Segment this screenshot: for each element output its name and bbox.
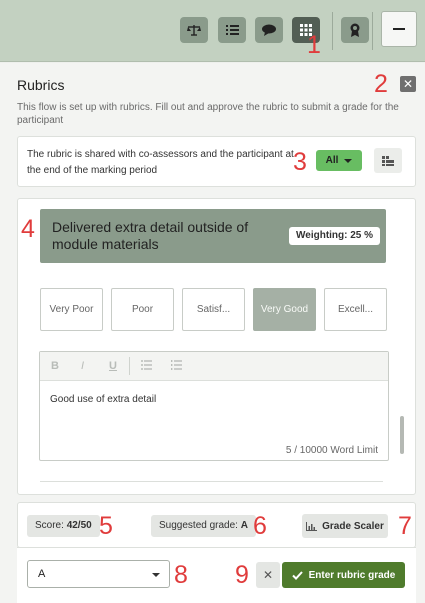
level-excellent[interactable]: Excell...	[324, 288, 387, 331]
bold-button[interactable]: B	[51, 360, 59, 372]
numbered-list-icon	[171, 360, 182, 370]
annotation-number: 4	[21, 215, 35, 243]
layout-icon	[382, 155, 394, 166]
level-satisfactory[interactable]: Satisf...	[182, 288, 245, 331]
minimize-icon	[393, 28, 405, 30]
visibility-filter-dropdown[interactable]: All	[316, 150, 362, 171]
check-icon	[291, 570, 303, 580]
list-button[interactable]	[218, 17, 246, 43]
numbered-list-button[interactable]	[171, 360, 182, 373]
close-icon: ✕	[402, 77, 414, 91]
toolbar-divider	[332, 12, 333, 50]
scale-button[interactable]	[180, 17, 208, 43]
filter-label: All	[325, 155, 339, 166]
toolbar-divider	[129, 357, 130, 375]
award-icon	[350, 23, 360, 37]
chat-button[interactable]	[255, 17, 283, 43]
annotation-number: 6	[253, 512, 267, 540]
annotation-number: 2	[374, 70, 388, 98]
page-title: Rubrics	[17, 77, 65, 93]
bullet-list-icon	[141, 360, 152, 370]
sharing-text: The rubric is shared with co-assessors a…	[27, 149, 294, 176]
suggested-grade-badge: Suggested grade: A	[151, 515, 256, 537]
rubric-view-toggle-button[interactable]	[374, 148, 402, 173]
annotation-number: 7	[398, 512, 412, 540]
score-badge: Score: 42/50	[27, 515, 100, 537]
annotation-number: 9	[235, 561, 249, 589]
panel-description: This flow is set up with rubrics. Fill o…	[17, 102, 399, 126]
weighting-badge: Weighting: 25 %	[289, 227, 381, 245]
italic-button[interactable]: I	[81, 360, 84, 372]
list-icon	[225, 25, 239, 35]
toolbar-divider	[372, 12, 373, 50]
minimize-button[interactable]	[381, 11, 417, 47]
top-toolbar	[0, 0, 425, 62]
close-button[interactable]: ✕	[400, 76, 416, 92]
award-button[interactable]	[341, 17, 369, 43]
chevron-down-icon	[152, 573, 160, 577]
close-icon: ✕	[262, 568, 274, 582]
annotation-number: 1	[307, 31, 321, 59]
annotation-number: 8	[174, 561, 188, 589]
underline-button[interactable]: U	[109, 360, 117, 372]
bullet-list-button[interactable]	[141, 360, 152, 373]
enter-rubric-grade-button[interactable]: Enter rubric grade	[282, 562, 405, 588]
annotation-number: 3	[293, 148, 307, 176]
criterion-scrollbar[interactable]	[400, 416, 404, 454]
level-very-good[interactable]: Very Good	[253, 288, 316, 331]
clear-grade-button[interactable]: ✕	[256, 562, 280, 588]
divider	[40, 481, 383, 482]
scale-icon	[187, 25, 201, 36]
level-poor[interactable]: Poor	[111, 288, 174, 331]
grade-scaler-button[interactable]: Grade Scaler	[302, 514, 388, 538]
annotation-number: 5	[99, 512, 113, 540]
chevron-down-icon	[344, 158, 353, 163]
bar-chart-icon	[306, 521, 318, 531]
feedback-editor: B I U Good use of extra detail 5 / 10000…	[39, 351, 389, 461]
chat-icon	[262, 24, 276, 36]
criterion-title: Delivered extra detail outside of module…	[52, 219, 249, 252]
grade-select[interactable]: A	[27, 560, 170, 588]
criterion-header: Delivered extra detail outside of module…	[40, 209, 386, 263]
editor-toolbar: B I U	[40, 352, 388, 381]
feedback-text[interactable]: Good use of extra detail	[50, 394, 156, 405]
word-count: 5 / 10000 Word Limit	[285, 445, 378, 456]
level-very-poor[interactable]: Very Poor	[40, 288, 103, 331]
